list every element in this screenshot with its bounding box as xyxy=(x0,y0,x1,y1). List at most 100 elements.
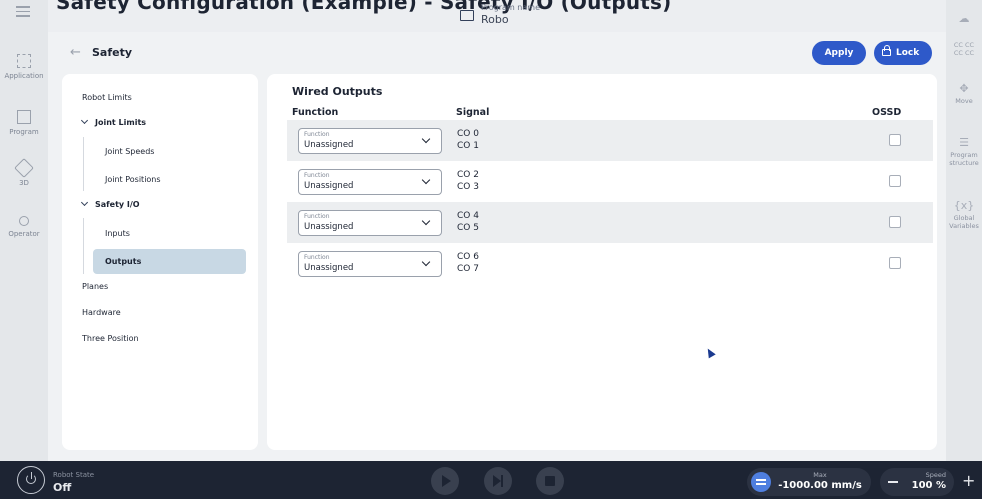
menu-planes[interactable]: Planes xyxy=(82,282,108,291)
nav-operator-label: Operator xyxy=(8,230,40,238)
stop-button[interactable] xyxy=(536,467,564,495)
ossd-checkbox[interactable] xyxy=(889,257,901,269)
function-select-label: Function xyxy=(304,131,330,138)
back-arrow-icon[interactable]: ← xyxy=(70,45,81,60)
right-nav-cc[interactable]: CC CC CC CC xyxy=(946,41,982,57)
skip-next-icon xyxy=(493,475,501,487)
function-select-label: Function xyxy=(304,213,330,220)
menu-outputs[interactable]: Outputs xyxy=(105,257,141,266)
table-row: Function Unassigned CO 6 CO 7 xyxy=(287,243,933,284)
move-icon: ✥ xyxy=(959,82,969,95)
menu-joint-limits[interactable]: Joint Limits xyxy=(80,116,147,127)
signal-b: CO 1 xyxy=(457,141,479,151)
max-value: -1000.00 mm/s xyxy=(778,480,862,491)
column-function: Function xyxy=(292,107,339,118)
play-icon xyxy=(442,475,451,487)
function-select-value: Unassigned xyxy=(304,140,354,150)
variables-icon: {x} xyxy=(953,199,975,212)
menu-hardware[interactable]: Hardware xyxy=(82,308,121,317)
left-nav-rail: Application Program 3D Operator xyxy=(0,0,48,461)
function-select[interactable]: Function Unassigned xyxy=(298,251,442,277)
power-button[interactable] xyxy=(17,466,45,494)
speed-label: Speed xyxy=(925,471,946,479)
table-row: Function Unassigned CO 0 CO 1 xyxy=(287,120,933,161)
nav-application[interactable]: Application xyxy=(0,54,48,80)
nav-program[interactable]: Program xyxy=(0,110,48,136)
program-icon xyxy=(17,110,31,124)
column-signal: Signal xyxy=(456,107,490,118)
table-row: Function Unassigned CO 2 CO 3 xyxy=(287,161,933,202)
tree-line xyxy=(83,218,84,274)
program-name-label: Program name xyxy=(481,3,540,12)
right-nav-move[interactable]: ✥ Move xyxy=(946,82,982,105)
chevron-down-icon xyxy=(421,175,431,185)
signal-b: CO 5 xyxy=(457,223,479,233)
function-select-label: Function xyxy=(304,172,330,179)
user-icon xyxy=(19,216,29,226)
menu-three-position[interactable]: Three Position xyxy=(82,334,139,343)
nav-program-label: Program xyxy=(9,128,39,136)
right-nav-program-structure[interactable]: ☰ Program structure xyxy=(946,136,982,167)
function-select[interactable]: Function Unassigned xyxy=(298,210,442,236)
right-nav-global-variables[interactable]: {x} Global Variables xyxy=(946,199,982,230)
play-button[interactable] xyxy=(431,467,459,495)
ossd-checkbox[interactable] xyxy=(889,175,901,187)
list-icon: ☰ xyxy=(959,136,969,149)
right-nav-move-label: Move xyxy=(955,97,973,105)
signal-a: CO 0 xyxy=(457,129,479,139)
function-select-value: Unassigned xyxy=(304,222,354,232)
speed-control: Speed 100 % xyxy=(880,468,954,496)
signal-a: CO 4 xyxy=(457,211,479,221)
right-nav-global-variables-label: Global Variables xyxy=(949,214,979,230)
cloud-icon: ☁ xyxy=(958,12,970,25)
chevron-down-icon xyxy=(421,216,431,226)
menu-joint-positions[interactable]: Joint Positions xyxy=(105,175,161,184)
nav-3d-label: 3D xyxy=(19,179,29,187)
menu-inputs[interactable]: Inputs xyxy=(105,229,130,238)
robot-state-value: Off xyxy=(53,481,72,494)
minus-icon[interactable] xyxy=(888,481,898,483)
function-select-value: Unassigned xyxy=(304,263,354,273)
menu-joint-speeds[interactable]: Joint Speeds xyxy=(105,147,154,156)
menu-robot-limits[interactable]: Robot Limits xyxy=(82,93,132,102)
menu-joint-limits-label: Joint Limits xyxy=(95,118,147,127)
apply-button[interactable]: Apply xyxy=(812,41,866,65)
wired-outputs-title: Wired Outputs xyxy=(292,85,383,98)
column-ossd: OSSD xyxy=(872,107,902,118)
lock-button[interactable]: Lock xyxy=(874,41,932,65)
nav-operator[interactable]: Operator xyxy=(0,216,48,238)
program-name-value: Robo xyxy=(481,13,509,26)
menu-safety-io[interactable]: Safety I/O xyxy=(80,198,140,209)
stop-icon xyxy=(545,476,555,486)
program-name-display[interactable]: Program name Robo xyxy=(460,3,540,26)
function-select[interactable]: Function Unassigned xyxy=(298,169,442,195)
signal-a: CO 2 xyxy=(457,170,479,180)
function-select-value: Unassigned xyxy=(304,181,354,191)
table-row: Function Unassigned CO 4 CO 5 xyxy=(287,202,933,243)
tree-line xyxy=(83,137,84,191)
signal-a: CO 6 xyxy=(457,252,479,262)
hamburger-menu-icon[interactable] xyxy=(16,6,30,20)
right-nav-cc-label: CC CC CC CC xyxy=(953,41,975,57)
max-speed-control[interactable]: Max -1000.00 mm/s xyxy=(747,468,871,496)
chevron-down-icon xyxy=(80,116,89,125)
step-button[interactable] xyxy=(484,467,512,495)
signal-b: CO 3 xyxy=(457,182,479,192)
signal-b: CO 7 xyxy=(457,264,479,274)
chevron-down-icon xyxy=(80,198,89,207)
page-heading-clipped: Safety Configuration (Example) - Safety … xyxy=(56,0,672,14)
plus-icon[interactable]: + xyxy=(962,471,975,491)
function-select-label: Function xyxy=(304,254,330,261)
cube-icon xyxy=(14,158,34,178)
nav-application-label: Application xyxy=(4,72,44,80)
nav-3d[interactable]: 3D xyxy=(0,158,48,187)
lock-button-label: Lock xyxy=(896,48,920,58)
lock-icon xyxy=(882,45,891,56)
ossd-checkbox[interactable] xyxy=(889,134,901,146)
right-nav-rail: ☁ CC CC CC CC ✥ Move ☰ Program structure… xyxy=(946,0,982,461)
ossd-checkbox[interactable] xyxy=(889,216,901,228)
chevron-down-icon xyxy=(421,257,431,267)
right-nav-cloud[interactable]: ☁ xyxy=(946,12,982,27)
max-label: Max xyxy=(813,471,827,479)
function-select[interactable]: Function Unassigned xyxy=(298,128,442,154)
